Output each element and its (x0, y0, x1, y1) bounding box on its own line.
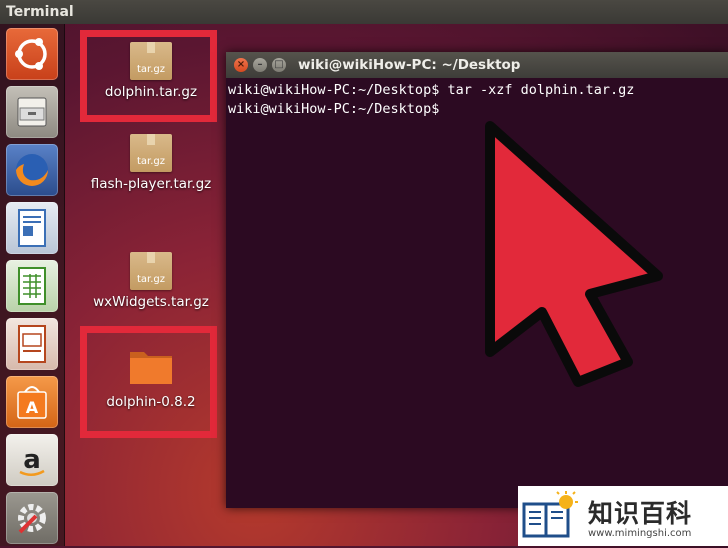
software-center-icon[interactable]: A (6, 376, 58, 428)
archive-icon: tar.gz (130, 252, 172, 290)
terminal-line: wiki@wikiHow-PC:~/Desktop$ tar -xzf dolp… (228, 82, 635, 98)
impress-icon[interactable] (6, 318, 58, 370)
files-icon[interactable] (6, 86, 58, 138)
system-settings-icon[interactable] (6, 492, 58, 544)
watermark-title: 知识百科 (588, 498, 693, 528)
maximize-icon[interactable]: □ (272, 58, 286, 72)
amazon-icon[interactable]: a (6, 434, 58, 486)
launcher: A a (0, 24, 65, 546)
active-app-title: Terminal (6, 4, 74, 20)
file-label: flash-player.tar.gz (90, 176, 212, 192)
terminal-title: wiki@wikiHow-PC: ~/Desktop (298, 57, 521, 73)
writer-icon[interactable] (6, 202, 58, 254)
close-icon[interactable]: × (234, 58, 248, 72)
minimize-icon[interactable]: – (253, 58, 267, 72)
ubuntu-dash-icon[interactable] (6, 28, 58, 80)
archive-icon: tar.gz (130, 134, 172, 172)
pointer-arrow-icon (485, 121, 663, 387)
watermark-url: www.mimingshi.com (588, 527, 692, 539)
top-panel: Terminal (0, 0, 728, 24)
terminal-output[interactable]: wiki@wikiHow-PC:~/Desktop$ tar -xzf dolp… (226, 78, 728, 119)
highlight-box-folder (80, 326, 217, 438)
watermark: 知识百科 www.mimingshi.com (518, 486, 728, 546)
firefox-icon[interactable] (6, 144, 58, 196)
desktop-file-wxwidgets-tar[interactable]: tar.gz wxWidgets.tar.gz (86, 252, 216, 310)
highlight-box-archive (80, 30, 217, 122)
desktop-file-flash-player-tar[interactable]: tar.gz flash-player.tar.gz (86, 134, 216, 192)
calc-icon[interactable] (6, 260, 58, 312)
file-label: wxWidgets.tar.gz (93, 294, 209, 310)
svg-text:A: A (26, 398, 39, 417)
book-lightbulb-icon (522, 491, 578, 538)
svg-text:a: a (23, 445, 41, 475)
terminal-titlebar[interactable]: × – □ wiki@wikiHow-PC: ~/Desktop (226, 52, 728, 78)
